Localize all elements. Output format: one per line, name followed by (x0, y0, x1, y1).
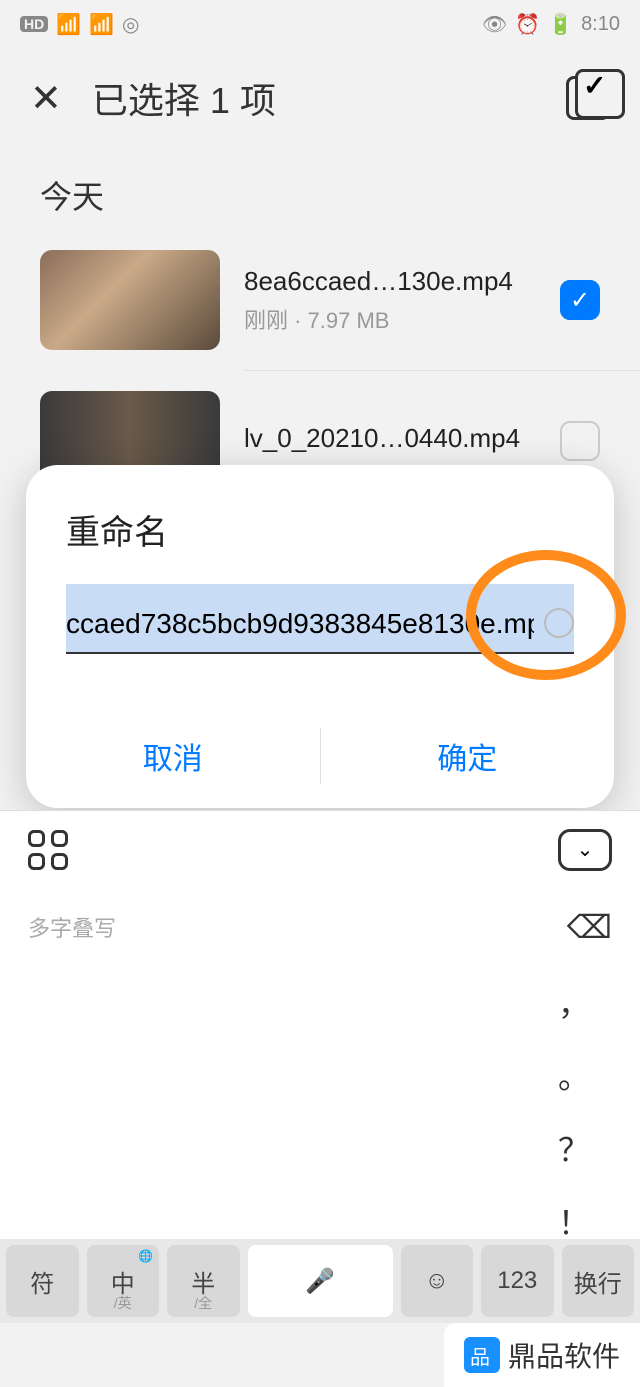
keyboard-suggestion-bar: 多字叠写 ⌫ (0, 888, 640, 966)
keyboard-bottom-row: 符 🌐中/英 半/全 🎤 ☺ 123 换行 (0, 1239, 640, 1323)
signal-icon: 📶 (56, 12, 81, 37)
input-wrapper (26, 584, 614, 654)
punct-key[interactable]: ！ (558, 1198, 590, 1244)
cancel-button[interactable]: 取消 (26, 704, 320, 808)
divider (244, 370, 640, 371)
punct-key[interactable]: ？ (558, 1125, 590, 1171)
file-meta: 刚刚 · 7.97 MB (244, 303, 536, 335)
wifi-icon: 📶 (89, 12, 114, 37)
eye-icon: 👁 (482, 12, 507, 37)
select-all-button[interactable] (566, 76, 610, 120)
hd-icon: HD (20, 16, 48, 32)
backspace-icon[interactable]: ⌫ (567, 908, 612, 946)
filename-input[interactable] (66, 584, 574, 654)
keyboard-toolbar: ⌄ (0, 810, 640, 888)
dialog-buttons: 取消 确定 (26, 704, 614, 808)
watermark: 鼎品软件 (444, 1323, 640, 1387)
collapse-keyboard-icon[interactable]: ⌄ (558, 829, 612, 871)
file-item[interactable]: 8ea6ccaed…130e.mp4 刚刚 · 7.97 MB ✓ (0, 242, 640, 358)
grid-icon[interactable] (28, 830, 68, 870)
status-right: 👁 ⏰ 🔋 8:10 (482, 12, 620, 37)
symbol-key[interactable]: 符 (6, 1245, 79, 1317)
close-icon[interactable]: ✕ (30, 76, 62, 121)
clock: 8:10 (581, 13, 620, 36)
battery-icon: 🔋 (548, 12, 573, 37)
width-key[interactable]: 半/全 (167, 1245, 240, 1317)
punct-key[interactable]: ， (558, 979, 590, 1025)
file-checkbox[interactable]: ✓ (560, 280, 600, 320)
header-title: 已选择 1 项 (92, 72, 536, 124)
status-bar: HD 📶 📶 ◎ 👁 ⏰ 🔋 8:10 (0, 0, 640, 48)
watermark-logo-icon (464, 1337, 500, 1373)
file-checkbox[interactable] (560, 421, 600, 461)
clear-icon[interactable] (544, 608, 574, 638)
nfc-icon: ◎ (122, 12, 139, 37)
selection-header: ✕ 已选择 1 项 (0, 48, 640, 148)
suggestion-text: 多字叠写 (28, 911, 116, 943)
section-today: 今天 (0, 148, 640, 242)
status-left: HD 📶 📶 ◎ (20, 12, 140, 37)
emoji-key[interactable]: ☺ (401, 1245, 474, 1317)
file-name: lv_0_20210…0440.mp4 (244, 423, 536, 454)
rename-dialog: 重命名 取消 确定 (26, 465, 614, 808)
enter-key[interactable]: 换行 (562, 1245, 635, 1317)
video-thumbnail (40, 250, 220, 350)
file-info: lv_0_20210…0440.mp4 (244, 423, 536, 460)
alarm-icon: ⏰ (515, 12, 540, 37)
dialog-title: 重命名 (26, 505, 614, 584)
confirm-button[interactable]: 确定 (321, 704, 615, 808)
lang-key[interactable]: 🌐中/英 (87, 1245, 160, 1317)
watermark-text: 鼎品软件 (508, 1335, 620, 1375)
file-name: 8ea6ccaed…130e.mp4 (244, 266, 536, 297)
keyboard-punctuation: ， 。 ？ ！ (0, 966, 640, 1257)
number-key[interactable]: 123 (481, 1245, 554, 1317)
punct-key[interactable]: 。 (558, 1052, 590, 1098)
voice-key[interactable]: 🎤 (248, 1245, 393, 1317)
file-info: 8ea6ccaed…130e.mp4 刚刚 · 7.97 MB (244, 266, 536, 335)
